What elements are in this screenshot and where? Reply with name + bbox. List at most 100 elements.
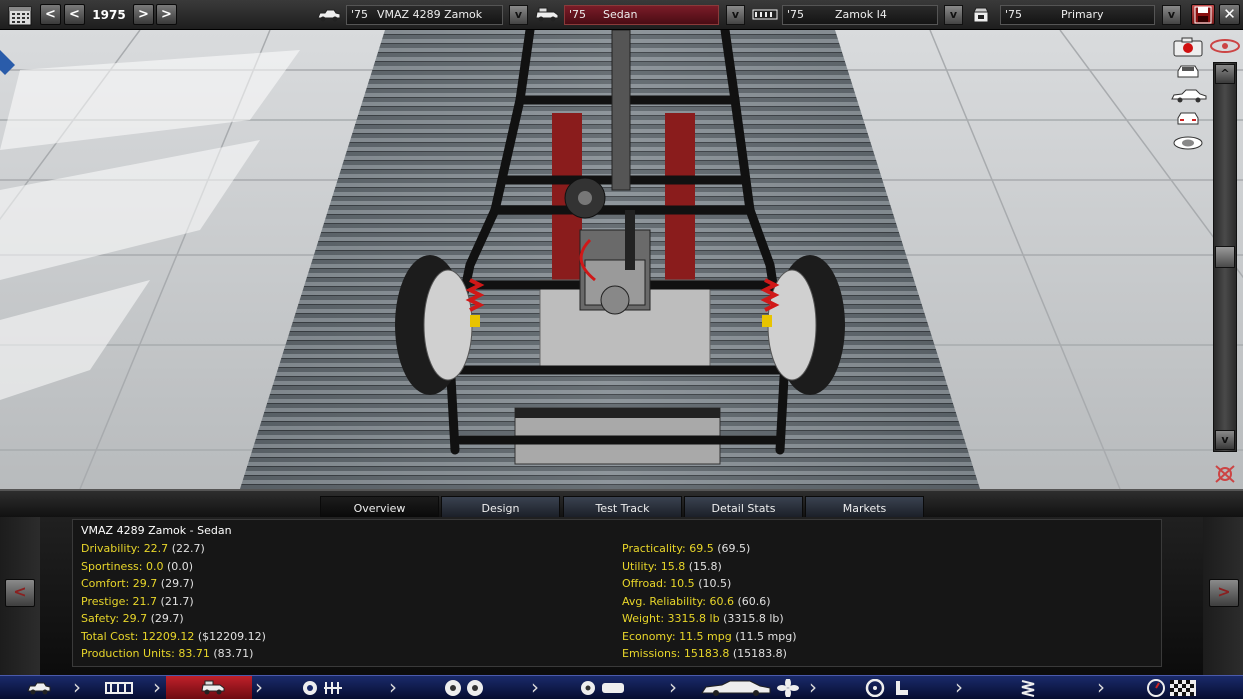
car-body-icon [534,6,560,24]
tab-markets[interactable]: Markets [805,496,924,519]
body-year: '75 [569,8,587,21]
trim-icon [970,6,992,24]
trim-dropdown-button[interactable]: v [1162,5,1181,25]
stat-base-value: (0.0) [167,559,194,573]
year-next-fast-button[interactable]: > [156,4,177,25]
zoom-scrollbar[interactable]: ^ v [1213,62,1237,452]
gauge-flag-icon [1147,679,1196,697]
stat-label: Sportiness: [81,559,143,573]
stat-value: 12209.12 [141,629,195,643]
stat-row: Economy: 11.5 mpg (11.5 mpg) [622,630,797,643]
model-select[interactable]: '75 VMAZ 4289 Zamok [346,5,503,25]
nav-wheels[interactable] [402,676,526,699]
engine-parts-icon [303,681,342,695]
next-car-button[interactable]: > [1209,579,1239,607]
zoom-up-button[interactable]: ^ [1215,64,1235,84]
stat-row: Drivability: 22.7 (22.7) [81,542,205,555]
calendar-icon[interactable] [8,4,32,26]
view-front-icon[interactable] [1174,63,1202,83]
stat-label: Utility: [622,559,658,573]
car-model-icon [27,682,51,695]
stat-value: 22.7 [143,542,169,555]
stat-row: Sportiness: 0.0 (0.0) [81,560,193,573]
camera-icon[interactable] [1172,37,1206,57]
stat-label: Safety: [81,612,120,625]
year-next-button[interactable]: > [133,4,154,25]
close-icon[interactable]: ✕ [1219,4,1240,25]
view-side-icon[interactable] [1170,88,1208,108]
stat-row: Production Units: 83.71 (83.71) [81,647,253,660]
nav-interior[interactable] [822,676,950,699]
view-top-icon[interactable] [1172,134,1204,154]
stat-row: Comfort: 29.7 (29.7) [81,577,194,590]
nav-separator: › [669,675,677,699]
view-rear-icon[interactable] [1174,110,1202,130]
body-name: Sedan [603,8,638,21]
zoom-thumb[interactable] [1215,246,1235,268]
chassis-3d-viewport[interactable]: ^ v [0,30,1243,489]
nav-body[interactable] [166,676,252,699]
wheels-icon [445,680,483,696]
nav-brakes[interactable] [544,676,664,699]
stat-label: Economy: [622,629,676,643]
stat-label: Avg. Reliability: [622,594,707,608]
trim-select[interactable]: '75 Primary [1000,5,1155,25]
tab-overview[interactable]: Overview [320,496,439,519]
nav-aero[interactable] [682,676,804,699]
eye-icon[interactable] [1208,38,1242,54]
stat-label: Emissions: [622,647,681,660]
trim-name: Primary [1061,8,1104,21]
tab-design[interactable]: Design [441,496,560,519]
stat-value: 29.7 [132,577,158,590]
nav-model[interactable] [0,676,70,699]
model-dropdown-button[interactable]: v [509,5,528,25]
prev-car-button[interactable]: < [5,579,35,607]
trim-year: '75 [1005,8,1023,21]
stat-label: Offroad: [622,577,667,590]
model-name: VMAZ 4289 Zamok [377,8,483,21]
stat-base-value: (60.6) [737,594,771,608]
tab-test-track[interactable]: Test Track [563,496,682,519]
stat-base-value: (15.8) [688,559,722,573]
stat-row: Prestige: 21.7 (21.7) [81,595,194,608]
stat-label: Practicality: [622,542,686,555]
stat-base-value: (21.7) [160,594,194,608]
nav-separator: › [153,675,161,699]
engine-dropdown-button[interactable]: v [944,5,963,25]
nav-chassis[interactable] [86,676,150,699]
nav-suspension[interactable] [968,676,1092,699]
engine-year: '75 [787,8,805,21]
engine-icon [752,6,778,24]
body-dropdown-button[interactable]: v [726,5,745,25]
year-prev-button[interactable]: < [64,4,85,25]
save-icon[interactable] [1191,4,1215,25]
reset-view-icon[interactable] [1210,462,1240,486]
model-year: '75 [351,8,369,21]
stat-row: Offroad: 10.5 (10.5) [622,577,731,590]
nav-separator: › [809,675,817,699]
nav-separator: › [389,675,397,699]
stat-label: Drivability: [81,542,141,555]
nav-testing[interactable] [1110,676,1243,699]
tab-detail-stats[interactable]: Detail Stats [684,496,803,519]
stat-label: Total Cost: [81,629,139,643]
stat-label: Comfort: [81,577,130,590]
year-prev-fast-button[interactable]: < [40,4,61,25]
nav-separator: › [955,675,963,699]
overview-stats-panel: VMAZ 4289 Zamok - Sedan Drivability: 22.… [72,519,1162,667]
nav-separator: › [531,675,539,699]
body-select[interactable]: '75 Sedan [564,5,719,25]
aero-cooling-icon [701,679,799,697]
nav-engine[interactable] [268,676,384,699]
stat-value: 69.5 [689,542,714,555]
stat-label: Prestige: [81,594,130,608]
zoom-down-button[interactable]: v [1215,430,1235,450]
stat-base-value: (15183.8) [732,647,787,660]
stat-row: Weight: 3315.8 lb (3315.8 lb) [622,612,784,625]
stat-value: 0.0 [146,559,164,573]
nav-separator: › [255,675,263,699]
top-toolbar: < < 1975 > > '75 VMAZ 4289 Zamok v '75 Sed… [0,0,1243,30]
engine-select[interactable]: '75 Zamok I4 [782,5,938,25]
car-body-icon [201,680,225,695]
stat-base-value: (10.5) [698,577,732,590]
